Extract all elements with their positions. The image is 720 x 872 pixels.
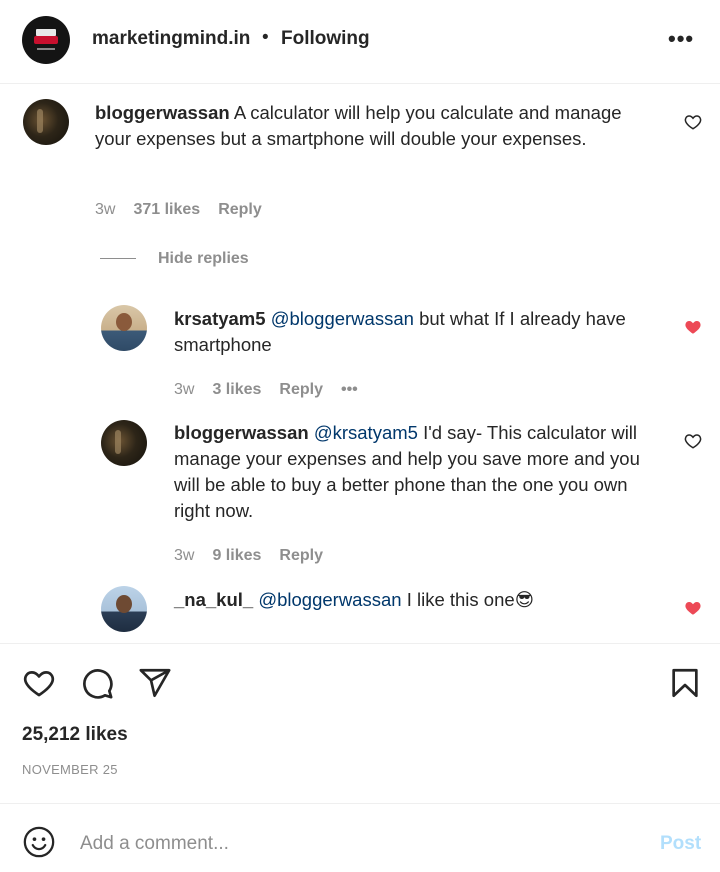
heart-icon[interactable]: [22, 666, 56, 700]
logo-bar: [34, 36, 58, 44]
sunglasses-emoji-icon: 😎: [514, 589, 534, 610]
share-icon[interactable]: [138, 666, 172, 700]
reply-button[interactable]: Reply: [279, 547, 323, 564]
liked-heart-icon[interactable]: [684, 599, 702, 617]
comment-username[interactable]: bloggerwassan: [174, 422, 309, 443]
account-username[interactable]: marketingmind.in: [92, 28, 250, 50]
like-comment-icon[interactable]: [684, 113, 702, 131]
commenter-avatar[interactable]: [101, 586, 147, 632]
comment-meta: 3w 3 likes Reply •••: [174, 381, 376, 399]
comment-meta: 3w 9 likes Reply: [174, 547, 341, 565]
post-date[interactable]: NOVEMBER 25: [22, 762, 118, 777]
post-likes-count[interactable]: 25,212 likes: [22, 724, 128, 746]
emoji-icon[interactable]: [22, 825, 56, 859]
comment-username[interactable]: krsatyam5: [174, 308, 266, 329]
comment-body: krsatyam5 @bloggerwassan but what If I a…: [174, 306, 669, 358]
comment-body: _na_kul_ @bloggerwassan I like this one😎: [174, 587, 669, 613]
post-comment-button[interactable]: Post: [660, 833, 701, 855]
comment-mention[interactable]: @bloggerwassan: [271, 308, 414, 329]
comment-more-icon[interactable]: •••: [341, 381, 358, 398]
comment-meta: 3w 371 likes Reply: [95, 201, 280, 219]
comment-body: bloggerwassan A calculator will help you…: [95, 100, 655, 152]
reply-button[interactable]: Reply: [218, 201, 262, 218]
comment-body: bloggerwassan @krsatyam5 I'd say- This c…: [174, 420, 654, 524]
reply-button[interactable]: Reply: [279, 381, 323, 398]
comment-username[interactable]: bloggerwassan: [95, 102, 230, 123]
add-comment-bar: Post: [0, 803, 720, 872]
comment-icon[interactable]: [80, 666, 114, 700]
comment-username[interactable]: _na_kul_: [174, 589, 253, 610]
bookmark-icon[interactable]: [668, 666, 702, 700]
account-avatar[interactable]: [22, 16, 70, 64]
like-comment-icon[interactable]: [684, 432, 702, 450]
comment-likes[interactable]: 3 likes: [212, 381, 261, 398]
logo-foot: [37, 48, 55, 50]
commenter-avatar[interactable]: [23, 99, 69, 145]
comment-mention[interactable]: @krsatyam5: [314, 422, 418, 443]
post-header: marketingmind.in • Following •••: [0, 0, 720, 84]
commenter-avatar[interactable]: [101, 305, 147, 351]
comment-likes[interactable]: 371 likes: [133, 201, 200, 218]
follow-button[interactable]: Following: [281, 28, 370, 50]
comment-mention[interactable]: @bloggerwassan: [258, 589, 401, 610]
comment-likes[interactable]: 9 likes: [212, 547, 261, 564]
hide-replies-button[interactable]: Hide replies: [100, 250, 249, 268]
commenter-avatar[interactable]: [101, 420, 147, 466]
comment-text: I like this one: [406, 589, 515, 610]
comment-age[interactable]: 3w: [174, 547, 194, 564]
replies-divider: [100, 258, 136, 260]
more-options-icon[interactable]: •••: [668, 26, 694, 52]
liked-heart-icon[interactable]: [684, 318, 702, 336]
header-separator: •: [262, 27, 269, 48]
hide-replies-label: Hide replies: [158, 250, 249, 267]
add-comment-input[interactable]: [80, 831, 640, 857]
comment-age[interactable]: 3w: [174, 381, 194, 398]
comment-age[interactable]: 3w: [95, 201, 115, 218]
logo-top: [36, 29, 56, 36]
